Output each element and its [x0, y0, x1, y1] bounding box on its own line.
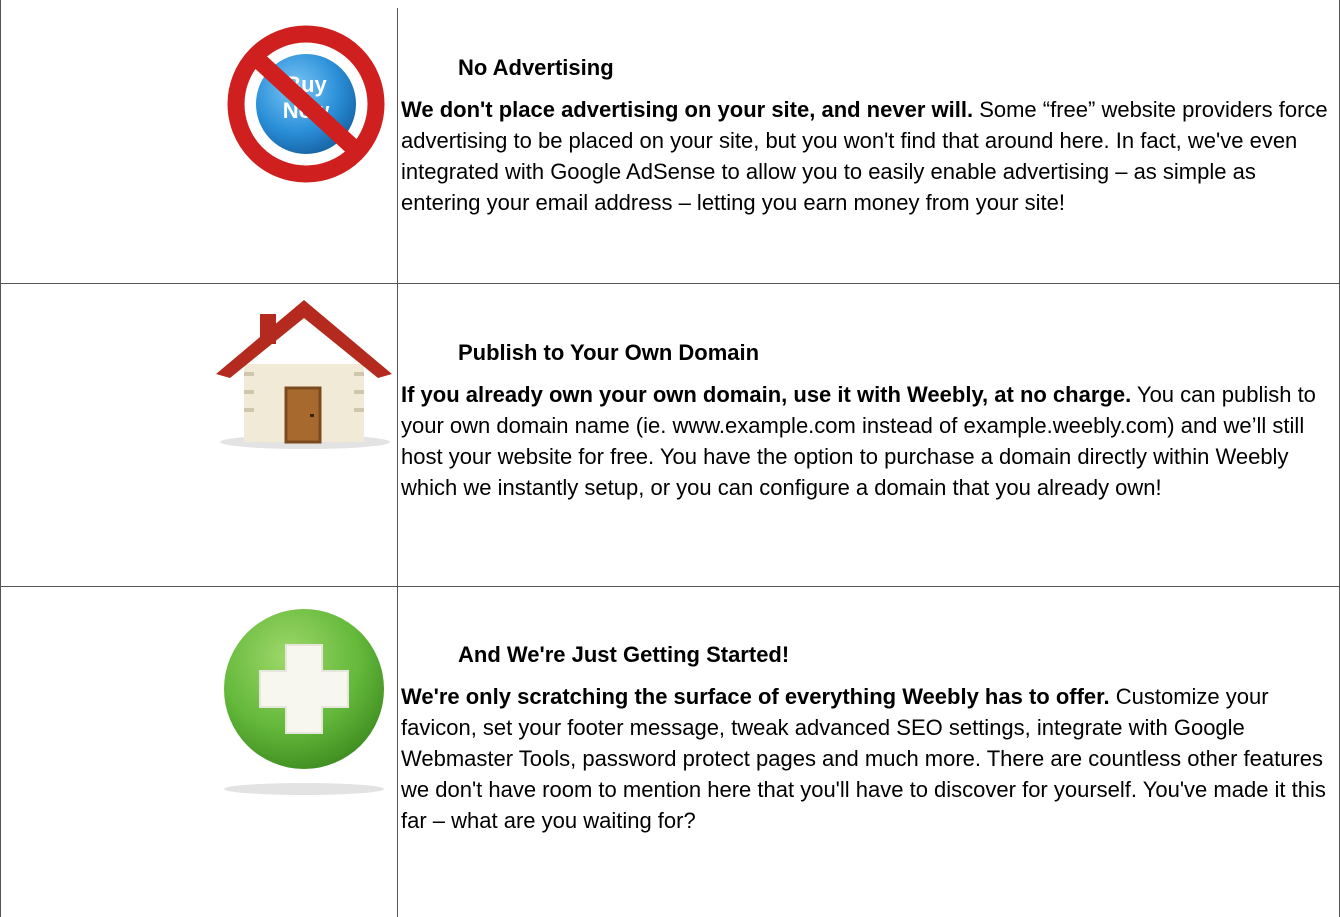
feature-lead: If you already own your own domain, use … [401, 382, 1132, 407]
feature-lead: We don't place advertising on your site,… [401, 97, 974, 122]
feature-row-own-domain: Publish to Your Own Domain If you alread… [0, 284, 1340, 586]
feature-title: No Advertising [458, 55, 614, 80]
no-advertising-icon: Buy Now [220, 20, 390, 190]
feature-table: Buy Now No Advertising We don't place ad… [0, 0, 1340, 917]
feature-title: And We're Just Getting Started! [458, 642, 790, 667]
feature-row-getting-started: And We're Just Getting Started! We're on… [0, 587, 1340, 917]
house-icon [210, 294, 395, 454]
feature-row-no-advertising: Buy Now No Advertising We don't place ad… [0, 0, 1340, 283]
feature-description: We're only scratching the surface of eve… [401, 681, 1336, 836]
feature-title: Publish to Your Own Domain [458, 340, 760, 365]
feature-description: We don't place advertising on your site,… [401, 94, 1336, 218]
plus-icon [212, 607, 392, 797]
feature-description: If you already own your own domain, use … [401, 379, 1336, 503]
feature-lead: We're only scratching the surface of eve… [401, 684, 1110, 709]
